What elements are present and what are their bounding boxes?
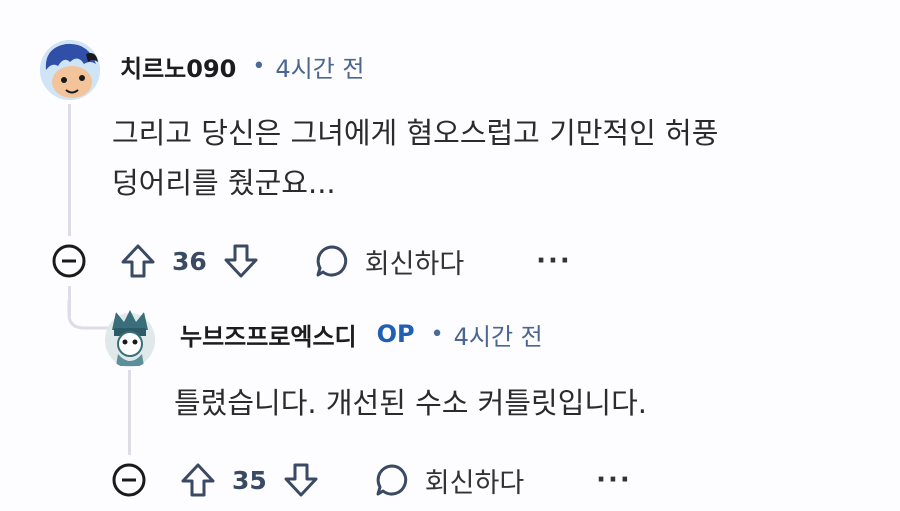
timestamp: 4시간 전	[453, 322, 543, 351]
reply-bubble-icon	[376, 464, 407, 496]
comment-body: 그리고 당신은 그녀에게 혐오스럽고 기만적인 허풍 덩어리를 줬군요...	[112, 108, 718, 208]
timestamp: 4시간 전	[275, 54, 365, 83]
collapse-icon[interactable]	[50, 242, 88, 280]
thread-line-main	[68, 104, 71, 236]
more-options-icon[interactable]: ···	[596, 465, 632, 495]
avatar-image	[40, 40, 100, 100]
vote-count: 35	[232, 465, 267, 495]
avatar[interactable]	[104, 308, 156, 368]
reply-button[interactable]: 회신하다	[313, 242, 464, 281]
more-options-icon[interactable]: ···	[536, 246, 572, 276]
separator-dot: •	[252, 53, 266, 79]
upvote-icon[interactable]	[178, 460, 218, 500]
comment-line: 틀렸습니다. 개선된 수소 커틀릿입니다.	[174, 386, 647, 420]
reply-bubble-icon	[316, 245, 347, 277]
avatar-image	[105, 310, 155, 367]
op-badge: OP	[376, 320, 415, 348]
comment-header: 치르노090 • 4시간 전	[120, 48, 364, 84]
separator-dot: •	[430, 321, 444, 347]
upvote-icon[interactable]	[118, 241, 158, 281]
collapse-icon[interactable]	[110, 461, 148, 499]
downvote-icon[interactable]	[221, 241, 261, 281]
downvote-icon[interactable]	[281, 460, 321, 500]
comment-line: 그리고 당신은 그녀에게 혐오스럽고 기만적인 허풍	[112, 116, 719, 150]
reply-label: 회신하다	[364, 248, 465, 280]
comment-header: 누브즈프로엑스디 OP • 4시간 전	[180, 316, 543, 352]
comment-body: 틀렸습니다. 개선된 수소 커틀릿입니다.	[174, 378, 647, 428]
username[interactable]: 치르노090	[120, 49, 236, 84]
comment-actions: 36 회신하다 ···	[50, 241, 572, 281]
reply-label: 회신하다	[424, 467, 525, 499]
comment-line: 덩어리를 줬군요...	[112, 166, 336, 200]
reply-button[interactable]: 회신하다	[373, 461, 524, 500]
vote-count: 36	[172, 246, 207, 276]
username[interactable]: 누브즈프로엑스디	[180, 317, 357, 352]
avatar[interactable]	[40, 40, 100, 100]
thread-line-reply	[128, 370, 131, 455]
comment-actions: 35 회신하다 ···	[110, 460, 632, 500]
